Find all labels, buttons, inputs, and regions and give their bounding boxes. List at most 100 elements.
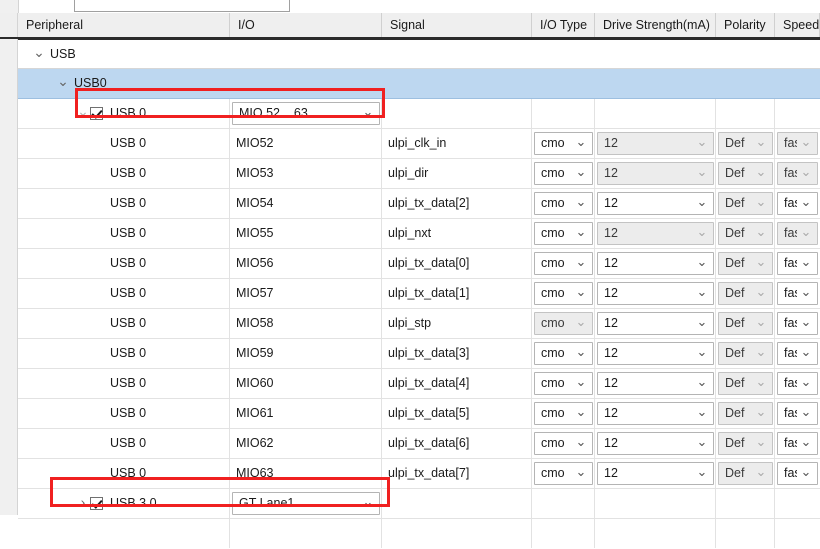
io-type-select[interactable]: cmo xyxy=(534,432,593,455)
polarity-select[interactable]: Def xyxy=(718,462,773,485)
polarity-select[interactable]: Def xyxy=(718,222,773,245)
drive-strength-select[interactable]: 12 xyxy=(597,312,714,335)
polarity-select[interactable]: Def xyxy=(718,132,773,155)
column-header-io[interactable]: I/O xyxy=(230,13,382,37)
table-row[interactable]: USB 0 MIO53 ulpi_dir cmo 12 Def fas xyxy=(18,159,820,189)
polarity-select-value: Def xyxy=(725,376,745,390)
peripheral-config-row-usb-0[interactable]: USB 0 MIO 52 .. 63 xyxy=(18,99,820,129)
io-type-select[interactable]: cmo xyxy=(534,312,593,335)
filter-input[interactable] xyxy=(74,0,290,12)
polarity-select-value: Def xyxy=(725,346,745,360)
chevron-down-icon[interactable] xyxy=(56,69,70,98)
table-row[interactable]: USB 0 MIO56 ulpi_tx_data[0] cmo 12 Def fas xyxy=(18,249,820,279)
polarity-cell: Def xyxy=(716,369,775,398)
io-select-usb-0[interactable]: MIO 52 .. 63 xyxy=(232,102,380,125)
enable-checkbox-usb-0[interactable] xyxy=(90,107,103,120)
chevron-down-icon[interactable] xyxy=(76,99,90,128)
chevron-down-icon xyxy=(754,433,768,450)
io-type-select[interactable]: cmo xyxy=(534,372,593,395)
column-header-speed[interactable]: Speed xyxy=(775,13,820,37)
table-row[interactable]: USB 0 MIO59 ulpi_tx_data[3] cmo 12 Def fas xyxy=(18,339,820,369)
speed-select[interactable]: fas xyxy=(777,342,818,365)
drive-strength-select[interactable]: 12 xyxy=(597,132,714,155)
group-label-usb: USB xyxy=(50,47,76,61)
io-label: MIO62 xyxy=(236,436,274,450)
speed-select[interactable]: fas xyxy=(777,162,818,185)
polarity-select[interactable]: Def xyxy=(718,162,773,185)
table-row[interactable]: USB 0 MIO57 ulpi_tx_data[1] cmo 12 Def fas xyxy=(18,279,820,309)
drive-strength-select[interactable]: 12 xyxy=(597,252,714,275)
drive-strength-select[interactable]: 12 xyxy=(597,192,714,215)
peripheral-cell: USB 0 xyxy=(18,339,230,368)
table-row[interactable]: USB 0 MIO60 ulpi_tx_data[4] cmo 12 Def fas xyxy=(18,369,820,399)
io-type-select[interactable]: cmo xyxy=(534,222,593,245)
io-type-select[interactable]: cmo xyxy=(534,192,593,215)
io-type-select-value: cmo xyxy=(541,166,565,180)
polarity-select[interactable]: Def xyxy=(718,252,773,275)
io-type-select[interactable]: cmo xyxy=(534,402,593,425)
io-label: MIO57 xyxy=(236,286,274,300)
polarity-select[interactable]: Def xyxy=(718,342,773,365)
speed-select[interactable]: fas xyxy=(777,192,818,215)
empty-cell-peripheral xyxy=(18,519,230,548)
drive-strength-select[interactable]: 12 xyxy=(597,222,714,245)
column-header-drive_strength[interactable]: Drive Strength(mA) xyxy=(595,13,716,37)
io-type-select[interactable]: cmo xyxy=(534,252,593,275)
speed-select[interactable]: fas xyxy=(777,462,818,485)
io-type-select[interactable]: cmo xyxy=(534,462,593,485)
polarity-select[interactable]: Def xyxy=(718,432,773,455)
polarity-select[interactable]: Def xyxy=(718,312,773,335)
speed-select[interactable]: fas xyxy=(777,282,818,305)
drive-strength-select[interactable]: 12 xyxy=(597,402,714,425)
signal-cell: ulpi_tx_data[4] xyxy=(382,369,532,398)
polarity-select[interactable]: Def xyxy=(718,282,773,305)
polarity-select[interactable]: Def xyxy=(718,402,773,425)
table-row[interactable]: USB 0 MIO54 ulpi_tx_data[2] cmo 12 Def fas xyxy=(18,189,820,219)
table-row[interactable]: USB 0 MIO52 ulpi_clk_in cmo 12 Def fas xyxy=(18,129,820,159)
polarity-select-value: Def xyxy=(725,136,745,150)
table-row[interactable]: USB 0 MIO63 ulpi_tx_data[7] cmo 12 Def fas xyxy=(18,459,820,489)
column-header-signal[interactable]: Signal xyxy=(382,13,532,37)
drive-strength-select[interactable]: 12 xyxy=(597,372,714,395)
drive-strength-select[interactable]: 12 xyxy=(597,432,714,455)
speed-select[interactable]: fas xyxy=(777,432,818,455)
chevron-down-icon[interactable] xyxy=(32,40,46,69)
speed-select[interactable]: fas xyxy=(777,132,818,155)
io-type-select[interactable]: cmo xyxy=(534,342,593,365)
drive-strength-select[interactable]: 12 xyxy=(597,282,714,305)
io-type-select-value: cmo xyxy=(541,226,565,240)
tree-group-row-usb0[interactable]: USB0 xyxy=(18,69,820,99)
column-header-polarity[interactable]: Polarity xyxy=(716,13,775,37)
chevron-down-icon xyxy=(799,313,813,330)
enable-checkbox-usb-3-0[interactable] xyxy=(90,497,103,510)
speed-cell: fas xyxy=(775,339,820,368)
speed-select[interactable]: fas xyxy=(777,372,818,395)
signal-label: ulpi_tx_data[2] xyxy=(388,196,470,210)
speed-select[interactable]: fas xyxy=(777,402,818,425)
drive-strength-select[interactable]: 12 xyxy=(597,162,714,185)
chevron-down-icon xyxy=(799,373,813,390)
empty-cell-polarity xyxy=(716,489,775,518)
drive-strength-select-value: 12 xyxy=(604,286,618,300)
drive-strength-select[interactable]: 12 xyxy=(597,462,714,485)
polarity-select[interactable]: Def xyxy=(718,372,773,395)
io-type-select[interactable]: cmo xyxy=(534,132,593,155)
table-row[interactable]: USB 0 MIO58 ulpi_stp cmo 12 Def fas xyxy=(18,309,820,339)
column-header-io_type[interactable]: I/O Type xyxy=(532,13,595,37)
drive-strength-select[interactable]: 12 xyxy=(597,342,714,365)
io-type-select[interactable]: cmo xyxy=(534,282,593,305)
tree-group-row-usb[interactable]: USB xyxy=(18,39,820,69)
io-type-select[interactable]: cmo xyxy=(534,162,593,185)
polarity-select[interactable]: Def xyxy=(718,192,773,215)
io-select-usb-3-0[interactable]: GT Lane1 xyxy=(232,492,380,515)
table-row[interactable]: USB 0 MIO62 ulpi_tx_data[6] cmo 12 Def fas xyxy=(18,429,820,459)
speed-select[interactable]: fas xyxy=(777,312,818,335)
column-header-peripheral[interactable]: Peripheral xyxy=(18,13,230,37)
table-row[interactable]: USB 0 MIO55 ulpi_nxt cmo 12 Def fas xyxy=(18,219,820,249)
chevron-right-icon[interactable] xyxy=(76,489,90,518)
table-row[interactable]: USB 0 MIO61 ulpi_tx_data[5] cmo 12 Def fas xyxy=(18,399,820,429)
signal-label: ulpi_tx_data[0] xyxy=(388,256,470,270)
chevron-down-icon xyxy=(574,403,588,420)
speed-select[interactable]: fas xyxy=(777,222,818,245)
speed-select[interactable]: fas xyxy=(777,252,818,275)
